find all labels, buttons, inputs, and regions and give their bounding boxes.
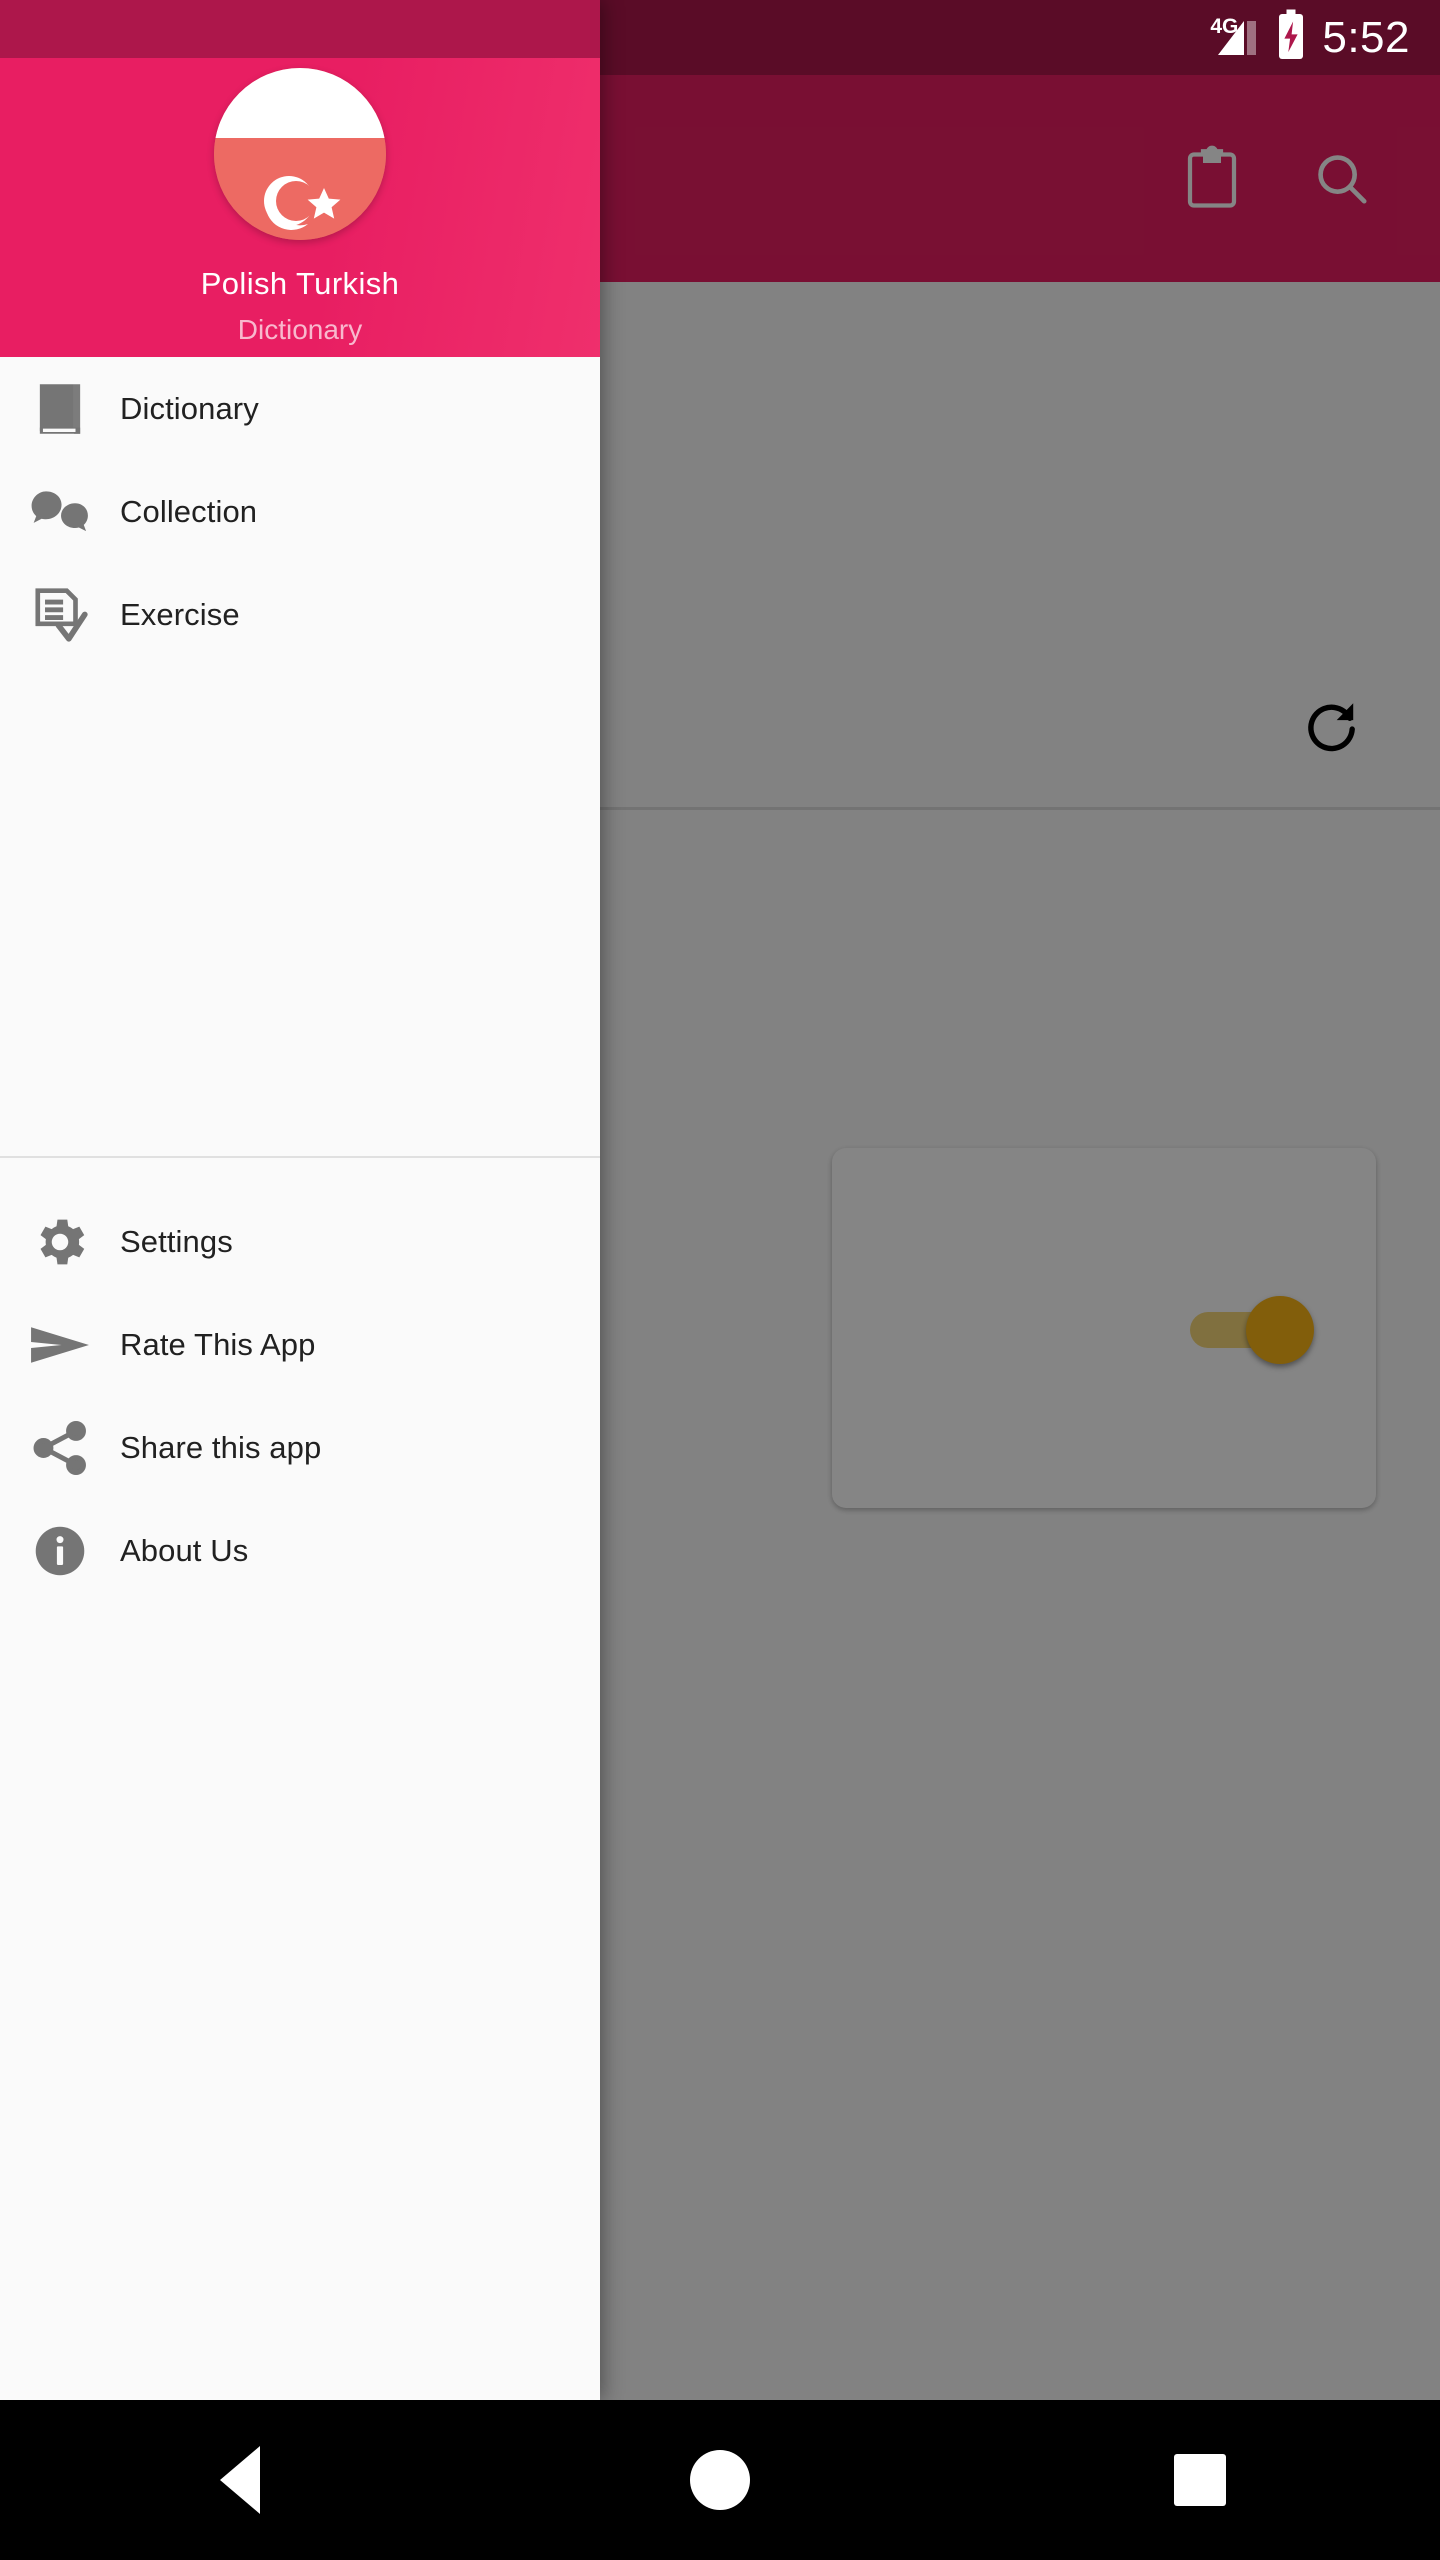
book-icon: [0, 378, 120, 440]
recents-square-icon: [1174, 2454, 1226, 2506]
drawer-title: Polish Turkish: [200, 266, 400, 301]
drawer-item-label: Exercise: [120, 596, 240, 632]
home-button[interactable]: [640, 2400, 800, 2560]
info-circle-icon: [0, 1520, 120, 1582]
back-button[interactable]: [160, 2400, 320, 2560]
drawer-item-about-us[interactable]: About Us: [0, 1499, 600, 1602]
back-triangle-icon: [220, 2446, 260, 2514]
chat-bubbles-icon: [0, 481, 120, 543]
drawer-item-dictionary[interactable]: Dictionary: [0, 357, 600, 460]
drawer-item-label: Share this app: [120, 1429, 322, 1465]
drawer-item-label: Dictionary: [120, 390, 259, 426]
drawer-header: Polish Turkish Dictionary: [0, 58, 600, 357]
android-navigation-bar: [0, 2400, 1440, 2560]
drawer-menu-group-secondary: Settings Rate This App Share this app Ab…: [0, 1190, 600, 1602]
send-icon: [0, 1320, 120, 1370]
polish-turkish-flag-avatar: [214, 68, 386, 240]
share-icon: [0, 1417, 120, 1479]
drawer-group-divider: [0, 1156, 600, 1158]
drawer-item-label: About Us: [120, 1532, 249, 1568]
home-circle-icon: [690, 2450, 750, 2510]
gear-icon: [0, 1211, 120, 1273]
drawer-item-label: Rate This App: [120, 1326, 316, 1362]
drawer-item-rate-this-app[interactable]: Rate This App: [0, 1293, 600, 1396]
drawer-item-collection[interactable]: Collection: [0, 460, 600, 563]
drawer-item-exercise[interactable]: Exercise: [0, 563, 600, 666]
drawer-item-label: Collection: [120, 493, 258, 529]
drawer-status-bar-background: [0, 0, 600, 58]
drawer-item-share-this-app[interactable]: Share this app: [0, 1396, 600, 1499]
drawer-item-settings[interactable]: Settings: [0, 1190, 600, 1293]
drawer-menu-group-primary: Dictionary Collection Exercise: [0, 357, 600, 666]
navigation-drawer: Polish Turkish Dictionary Dictionary Col…: [0, 0, 600, 2400]
screen-root: Polish Turkish Dictionary Dictionary Col…: [0, 0, 1440, 2560]
avatar: [214, 68, 386, 240]
document-check-icon: [0, 584, 120, 646]
recents-button[interactable]: [1120, 2400, 1280, 2560]
drawer-item-label: Settings: [120, 1223, 233, 1259]
drawer-subtitle: Dictionary: [237, 314, 363, 345]
